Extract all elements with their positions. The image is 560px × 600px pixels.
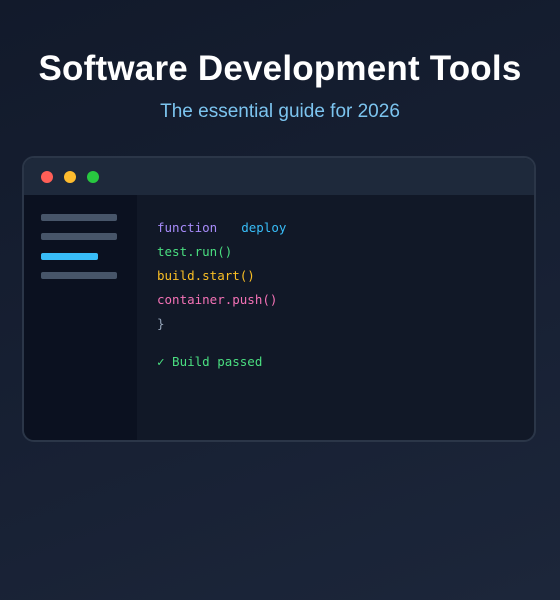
window-titlebar [24, 158, 534, 195]
code-line-container: container.push() [157, 292, 278, 307]
page-subtitle: The essential guide for 2026 [160, 101, 400, 122]
code-line-test: test.run() [157, 244, 233, 259]
code-editor-window: function deploy test.run() build.start() … [22, 156, 536, 442]
sidebar-item-4[interactable] [41, 272, 117, 279]
sidebar-item-1[interactable] [41, 214, 117, 221]
close-window-button[interactable] [41, 171, 53, 183]
editor-sidebar [24, 195, 137, 440]
maximize-window-button[interactable] [87, 171, 99, 183]
code-function-name: deploy [241, 220, 287, 235]
minimize-window-button[interactable] [64, 171, 76, 183]
code-line-closing-brace: } [157, 316, 165, 331]
build-status-text: ✓ Build passed [157, 354, 263, 369]
code-keyword: function [157, 220, 218, 235]
sidebar-item-2[interactable] [41, 233, 117, 240]
sidebar-item-active[interactable] [41, 253, 98, 260]
page-title: Software Development Tools [38, 49, 522, 88]
code-line-function: function deploy [157, 220, 286, 236]
code-line-build: build.start() [157, 268, 255, 283]
